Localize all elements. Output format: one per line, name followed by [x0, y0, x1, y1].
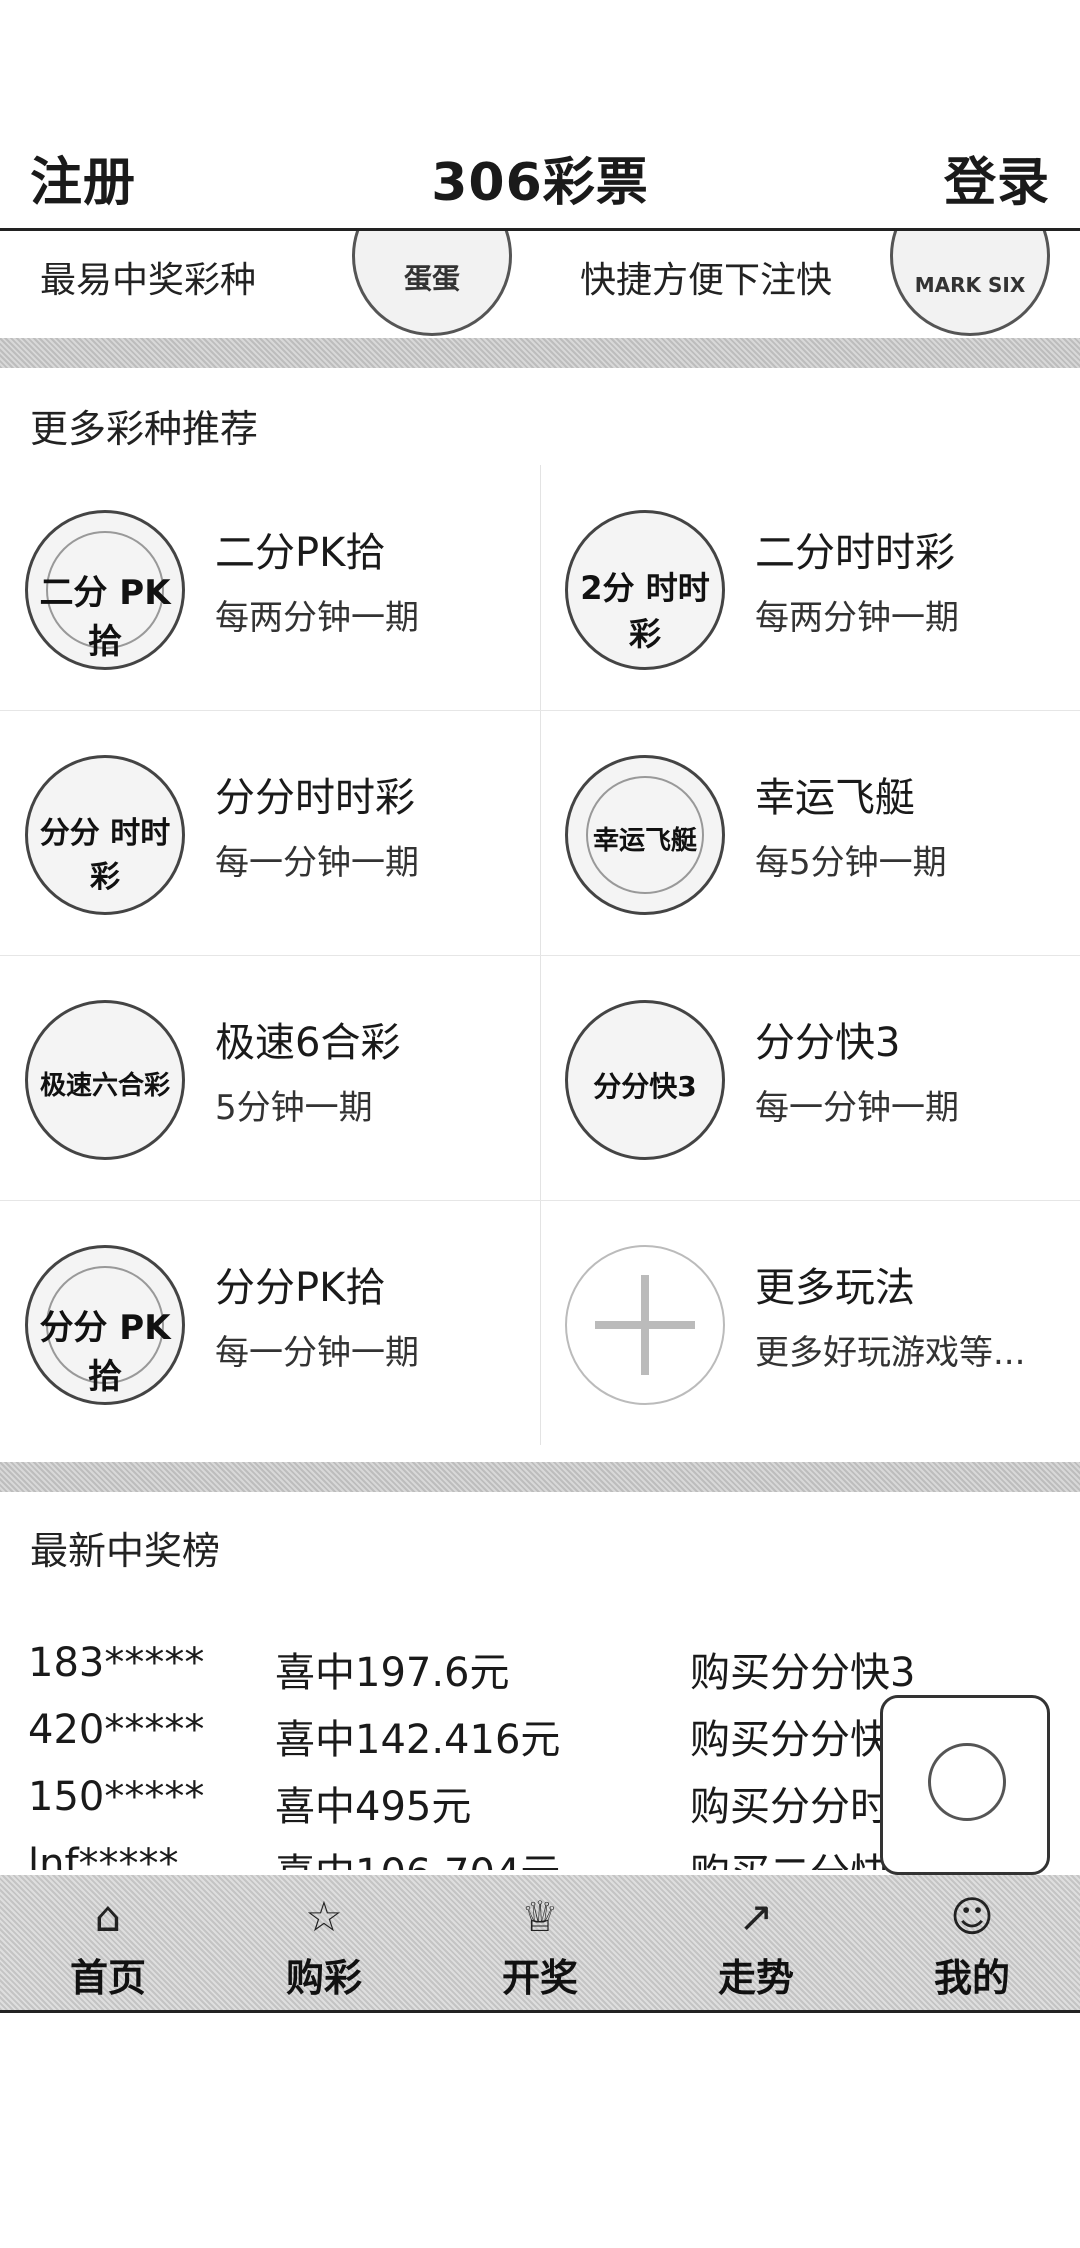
lottery-name: 二分时时彩: [755, 530, 955, 576]
winners-title: 最新中奖榜: [30, 1529, 221, 1573]
lottery-desc: 每一分钟一期: [215, 843, 419, 883]
dandan-logo-icon[interactable]: 蛋蛋: [352, 231, 512, 336]
nav-buy[interactable]: ☆ 购彩: [216, 1875, 432, 2010]
bottom-nav: ⌂ 首页 ☆ 购彩 ♕ 开奖 ↗ 走势 ☺ 我的: [0, 1875, 1080, 2013]
lottery-name: 分分PK拾: [215, 1265, 386, 1311]
mark-six-logo-icon: 极速六合彩: [25, 1000, 185, 1160]
lottery-name: 分分快3: [755, 1020, 901, 1066]
lottery-item[interactable]: 极速六合彩 极速6合彩 5分钟一期: [0, 955, 540, 1200]
nav-trend[interactable]: ↗ 走势: [648, 1875, 864, 2010]
lottery-desc: 更多好玩游戏等...: [755, 1333, 1026, 1373]
lottery-name: 分分时时彩: [215, 775, 415, 821]
user-icon: ☺: [950, 1892, 994, 1941]
chat-icon: [928, 1743, 1006, 1821]
lottery-name: 极速6合彩: [215, 1020, 401, 1066]
lottery-name: 二分PK拾: [215, 530, 386, 576]
pk10-logo-icon: 分分 PK拾: [25, 1245, 185, 1405]
featured-strip: 最易中奖彩种 蛋蛋 快捷方便下注快 MARK SIX: [0, 231, 1080, 336]
lottery-desc: 每一分钟一期: [755, 1088, 959, 1128]
lottery-desc: 5分钟一期: [215, 1088, 373, 1128]
plus-icon: [565, 1245, 725, 1405]
lottery-item[interactable]: 2分 时时彩 二分时时彩 每两分钟一期: [540, 465, 1080, 710]
ssc-logo-icon: 2分 时时彩: [565, 510, 725, 670]
nav-home[interactable]: ⌂ 首页: [0, 1875, 216, 2010]
lottery-item[interactable]: 分分 时时彩 分分时时彩 每一分钟一期: [0, 710, 540, 955]
floating-service-widget[interactable]: [880, 1695, 1050, 1875]
more-games-item[interactable]: 更多玩法 更多好玩游戏等...: [540, 1200, 1080, 1445]
page-title: 306彩票: [431, 153, 649, 213]
section-separator: [0, 338, 1080, 368]
lucky-boat-logo-icon: 幸运飞艇: [565, 755, 725, 915]
section-separator: [0, 1462, 1080, 1492]
featured-right-text[interactable]: 快捷方便下注快: [580, 251, 832, 303]
lottery-item[interactable]: 分分快3 分分快3 每一分钟一期: [540, 955, 1080, 1200]
lottery-desc: 每5分钟一期: [755, 843, 947, 883]
lottery-item[interactable]: 分分 PK拾 分分PK拾 每一分钟一期: [0, 1200, 540, 1445]
trophy-icon: ♕: [521, 1892, 559, 1941]
nav-draw[interactable]: ♕ 开奖: [432, 1875, 648, 2010]
lottery-item[interactable]: 幸运飞艇 幸运飞艇 每5分钟一期: [540, 710, 1080, 955]
lottery-item[interactable]: 二分 PK拾 二分PK拾 每两分钟一期: [0, 465, 540, 710]
lottery-icon: ☆: [305, 1892, 343, 1941]
lottery-grid: 二分 PK拾 二分PK拾 每两分钟一期 2分 时时彩 二分时时彩 每两分钟一期 …: [0, 465, 1080, 1445]
nav-mine[interactable]: ☺ 我的: [864, 1875, 1080, 2010]
fast3-logo-icon: 分分快3: [565, 1000, 725, 1160]
trend-icon: ↗: [738, 1892, 774, 1941]
lottery-desc: 每一分钟一期: [215, 1333, 419, 1373]
mark-six-logo-icon[interactable]: MARK SIX: [890, 231, 1050, 336]
pk10-logo-icon: 二分 PK拾: [25, 510, 185, 670]
lottery-desc: 每两分钟一期: [755, 598, 959, 638]
lottery-name: 幸运飞艇: [755, 775, 915, 821]
home-icon: ⌂: [94, 1892, 122, 1941]
lottery-desc: 每两分钟一期: [215, 598, 419, 638]
featured-left-text[interactable]: 最易中奖彩种: [40, 251, 256, 303]
app-header: 注册 306彩票 登录: [0, 0, 1080, 228]
more-lotteries-title: 更多彩种推荐: [30, 407, 259, 451]
lottery-name: 更多玩法: [755, 1265, 915, 1311]
ssc-logo-icon: 分分 时时彩: [25, 755, 185, 915]
login-link[interactable]: 登录: [944, 140, 1050, 213]
